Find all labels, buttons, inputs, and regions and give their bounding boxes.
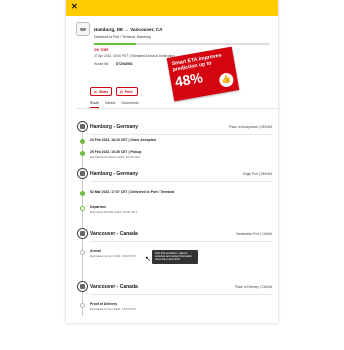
- event-title: Departure: [90, 205, 107, 209]
- event-title: Arrival: [90, 249, 101, 253]
- progress-fill: [94, 43, 137, 45]
- mouse-cursor-icon: ↖: [145, 256, 151, 263]
- stop-name: Vancouver - Canada: [90, 284, 138, 290]
- event-dot: [80, 303, 85, 308]
- route-title: Hamburg, DE → Vancouver, CA: [94, 27, 163, 32]
- shipment-subtitle: Delivered to Port / Terminal, Hamburg: [94, 35, 151, 39]
- tab-documents[interactable]: Documents: [121, 101, 138, 108]
- location-icon: [77, 121, 88, 132]
- stop-name: Hamburg - Germany: [90, 171, 139, 177]
- timeline-event: Departure Estimated 05 Mar 2022, 20:00 C…: [80, 205, 138, 214]
- stop-divider: [90, 241, 272, 242]
- print-icon: ⎙: [120, 89, 123, 94]
- stop-role: Place of Acceptance | DEHAM: [229, 125, 272, 129]
- stop-name: Hamburg - Germany: [90, 124, 139, 130]
- timeline-event: 24 Feb 2022, 16:19 CET | Order Accepted: [80, 138, 156, 144]
- location-icon: [77, 281, 88, 292]
- event-title: 02 Mar 2022, 17:07 CET | Delivered to Po…: [90, 190, 175, 194]
- event-subtitle: Estimated 05 Mar 2022, 20:00 CET: [90, 210, 138, 214]
- close-icon[interactable]: ✕: [71, 2, 78, 12]
- event-dot: [80, 139, 85, 144]
- tabs-divider: [76, 108, 278, 109]
- event-dot: [80, 151, 85, 156]
- timeline-event: Arrival Estimated 12 Apr 2022, 18:00 PST: [80, 249, 137, 258]
- event-dot: [80, 191, 85, 196]
- tab-details[interactable]: Details: [105, 101, 115, 108]
- house-bill-value: DTZ943951: [115, 62, 133, 66]
- stop-role: Origin Port | DEHAM: [242, 172, 272, 176]
- share-icon: ➦: [94, 89, 97, 94]
- event-subtitle: Estimated 12 Apr 2022, 18:00 PST: [90, 254, 137, 258]
- house-bill-label: House bill:: [94, 62, 109, 66]
- print-label: Print: [124, 89, 133, 94]
- status-badge: ON TIME: [94, 48, 109, 52]
- timeline-event: 25 Feb 2022, 10:26 CET | Pickup Estimate…: [80, 150, 142, 159]
- anchor-icon: [77, 168, 88, 179]
- event-subtitle: Estimated 27 Apr 2022, 15:00 PST: [90, 307, 137, 311]
- event-dot: [80, 250, 85, 255]
- print-button[interactable]: ⎙ Print: [116, 87, 138, 96]
- shipment-details-panel: ✕ Hamburg, DE → Vancouver, CA Delivered …: [66, 0, 278, 323]
- stop-divider: [90, 294, 272, 295]
- stop-divider: [90, 134, 272, 135]
- panel-topbar: ✕: [66, 0, 278, 16]
- timeline-event: Proof of Delivery Estimated 27 Apr 2022,…: [80, 302, 137, 311]
- stop-role: Place of Delivery | CAVAN: [234, 285, 272, 289]
- event-title: Proof of Delivery: [90, 302, 118, 306]
- house-bill: House bill: DTZ943951: [94, 62, 133, 66]
- share-label: Share: [98, 89, 109, 94]
- stop-name: Vancouver - Canada: [90, 231, 138, 237]
- anchor-icon: [77, 228, 88, 239]
- stop-divider: [90, 181, 272, 182]
- detail-tabs: Route Details Documents: [90, 101, 139, 108]
- eta-tooltip: DHL ETA prediction, reflects schedule an…: [152, 250, 198, 264]
- shipment-progress-bar: [94, 43, 270, 45]
- eta-text: 27 Apr 2022, 15:00 PST | Estimated Arriv…: [94, 54, 175, 58]
- event-title: 25 Feb 2022, 10:26 CET | Pickup: [90, 150, 142, 154]
- stop-role: Destination Port | CAVAN: [236, 232, 272, 236]
- event-title: 24 Feb 2022, 16:19 CET | Order Accepted: [90, 138, 156, 142]
- share-button[interactable]: ➦ Share: [90, 87, 112, 96]
- event-dot: [80, 206, 85, 211]
- timeline-event: 02 Mar 2022, 17:07 CET | Delivered to Po…: [80, 190, 175, 196]
- tab-route[interactable]: Route: [90, 101, 100, 108]
- event-subtitle: Estimated 02 March 2022, 16:00 CET: [90, 155, 141, 159]
- ship-icon: [76, 22, 90, 36]
